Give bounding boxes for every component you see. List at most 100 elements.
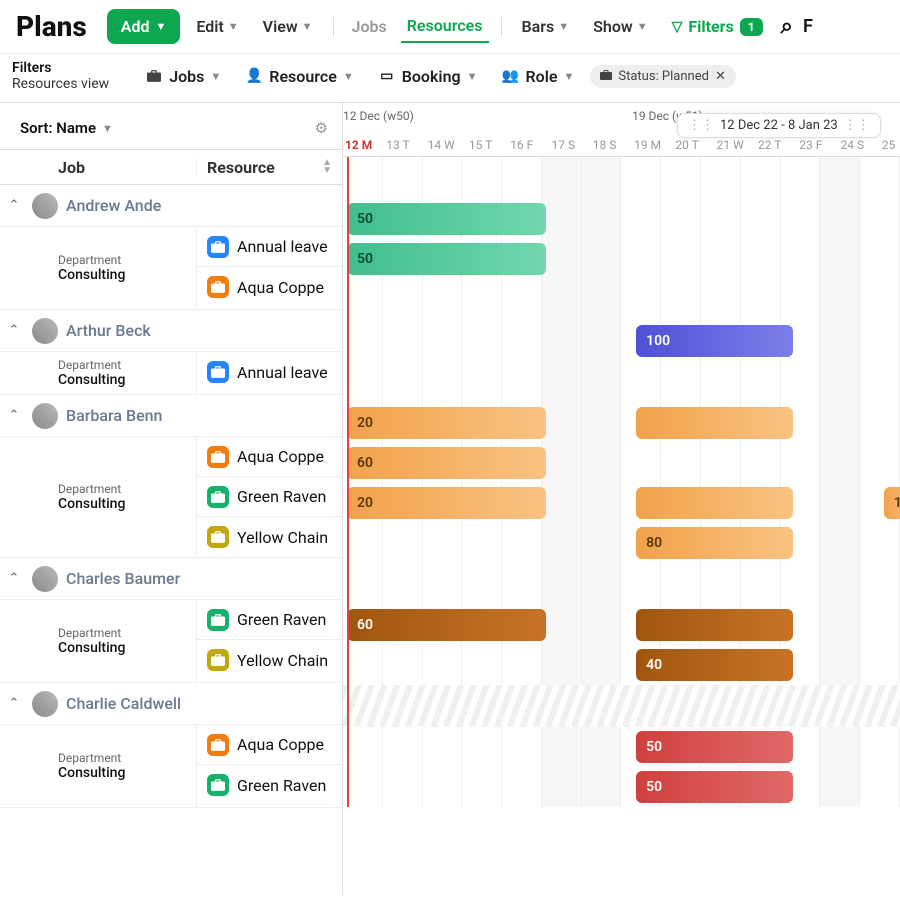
job-name: Annual leave (237, 237, 328, 256)
divider (333, 17, 334, 37)
today-line (347, 157, 349, 807)
date-range-badge[interactable]: ⋮⋮ 12 Dec 22 - 8 Jan 23 ⋮⋮ (677, 113, 881, 138)
chevron-down-icon: ▼ (467, 70, 478, 83)
booking-icon: ▭ (378, 67, 396, 85)
chevron-down-icon: ▼ (343, 70, 354, 83)
dept-row: DepartmentConsulting Annual leave Aqua Cop… (0, 227, 342, 310)
job-row[interactable]: Green Raven (197, 477, 342, 517)
booking-bar[interactable]: 50 (347, 203, 546, 235)
filters-count-badge: 1 (740, 18, 763, 36)
resource-row[interactable]: ⌃Andrew Ande (0, 185, 342, 227)
job-row[interactable]: Yellow Chain (197, 640, 342, 680)
dept-label: Department (58, 482, 196, 496)
job-name: Yellow Chain (237, 651, 328, 670)
filters-button[interactable]: ▽ Filters 1 (672, 17, 763, 36)
settings-icon[interactable]: ⚙ (315, 119, 328, 137)
briefcase-icon (207, 734, 229, 756)
resource-row[interactable]: ⌃ Arthur Beck (0, 310, 342, 352)
booking-bar[interactable]: 100 (636, 325, 793, 357)
filter-role[interactable]: 👥Role▼ (494, 63, 583, 90)
dept-row: DepartmentConsultingAqua CoppeGreen Rave… (0, 725, 342, 808)
view-menu[interactable]: View▼ (255, 11, 321, 42)
dept-label: Department (58, 253, 196, 267)
booking-bar[interactable]: 20 (347, 487, 546, 519)
add-button[interactable]: Add▼ (107, 9, 181, 44)
col-resource-header[interactable]: Resource▲▼ (196, 158, 342, 177)
tab-resources[interactable]: Resources (401, 10, 489, 43)
briefcase-icon (145, 67, 163, 85)
tab-jobs[interactable]: Jobs (346, 11, 393, 42)
dept-label: Department (58, 626, 196, 640)
bars-menu[interactable]: Bars▼ (514, 11, 578, 42)
resource-row[interactable]: ⌃Charles Baumer (0, 558, 342, 600)
sort-button[interactable]: Sort: Name▼ (20, 119, 113, 137)
expand-toggle[interactable]: ⌃ (0, 571, 28, 586)
booking-bar[interactable]: 1 (884, 487, 900, 519)
booking-bar[interactable]: 60 (347, 609, 546, 641)
filter-booking[interactable]: ▭Booking▼ (370, 63, 486, 90)
booking-bar[interactable] (636, 609, 793, 641)
chevron-down-icon: ▼ (564, 70, 575, 83)
dept-row: DepartmentConsultingAnnual leave (0, 352, 342, 395)
resource-name: Arthur Beck (66, 321, 151, 340)
resource-row[interactable]: ⌃ Barbara Benn (0, 395, 342, 437)
dept-label: Department (58, 358, 196, 372)
job-row[interactable]: Aqua Coppe (197, 725, 342, 765)
resource-row[interactable]: ⌃Charlie Caldwell (0, 683, 342, 725)
booking-bar[interactable]: 20 (347, 407, 546, 439)
filter-context: Filters Resources view (12, 60, 109, 92)
booking-bar[interactable]: 50 (636, 731, 793, 763)
person-icon: 👤 (245, 67, 263, 85)
job-row[interactable]: Yellow Chain (197, 517, 342, 557)
job-row[interactable]: Annual leave (197, 227, 342, 267)
filter-resource[interactable]: 👤Resource▼ (237, 63, 361, 90)
avatar (32, 193, 58, 219)
job-row[interactable]: Green Raven (197, 600, 342, 640)
edit-menu[interactable]: Edit▼ (188, 11, 246, 42)
filter-jobs[interactable]: Jobs▼ (137, 63, 229, 90)
booking-bar[interactable]: 80 (636, 527, 793, 559)
left-pane: Sort: Name▼ ⚙ Job Resource▲▼ ⌃Andrew And… (0, 103, 343, 895)
booking-bar[interactable] (636, 407, 793, 439)
remove-chip-icon[interactable]: ✕ (715, 69, 726, 84)
job-row[interactable]: Aqua Coppe (197, 267, 342, 307)
booking-bar[interactable] (636, 487, 793, 519)
booking-bar[interactable]: 50 (347, 243, 546, 275)
expand-toggle[interactable]: ⌃ (0, 323, 28, 338)
chevron-down-icon: ▼ (155, 20, 166, 33)
resource-name: Barbara Benn (66, 406, 162, 425)
brand-title: Plans (16, 10, 87, 43)
dept-name: Consulting (58, 372, 196, 388)
timeline-pane: 12 Dec (w50)19 Dec (w51) 12 M13 T14 W15 … (343, 103, 900, 895)
truncated-text: F (803, 16, 813, 37)
filter-icon: ▽ (672, 19, 683, 35)
divider (501, 17, 502, 37)
job-name: Aqua Coppe (237, 447, 324, 466)
booking-bar[interactable]: 60 (347, 447, 546, 479)
chevron-down-icon: ▼ (558, 20, 569, 33)
chevron-down-icon: ▼ (228, 20, 239, 33)
expand-toggle[interactable]: ⌃ (0, 408, 28, 423)
grip-icon: ⋮⋮ (688, 118, 714, 133)
role-icon: 👥 (502, 67, 520, 85)
status-chip[interactable]: Status: Planned ✕ (590, 65, 735, 88)
briefcase-icon (600, 69, 612, 84)
job-name: Green Raven (237, 610, 326, 629)
search-icon[interactable]: ⌕ (781, 14, 793, 39)
briefcase-icon (207, 774, 229, 796)
job-row[interactable]: Green Raven (197, 765, 342, 805)
col-job-header[interactable]: Job (44, 158, 196, 177)
dept-label: Department (58, 751, 196, 765)
avatar (32, 691, 58, 717)
booking-bar[interactable]: 50 (636, 771, 793, 803)
dept-name: Consulting (58, 267, 196, 283)
job-row[interactable]: Annual leave (197, 352, 342, 392)
expand-toggle[interactable]: ⌃ (0, 198, 28, 213)
booking-bar[interactable]: 40 (636, 649, 793, 681)
expand-toggle[interactable]: ⌃ (0, 696, 28, 711)
show-menu[interactable]: Show▼ (585, 11, 655, 42)
dept-name: Consulting (58, 765, 196, 781)
dept-row: DepartmentConsultingGreen RavenYellow Ch… (0, 600, 342, 683)
job-row[interactable]: Aqua Coppe (197, 437, 342, 477)
chevron-down-icon: ▼ (210, 70, 221, 83)
